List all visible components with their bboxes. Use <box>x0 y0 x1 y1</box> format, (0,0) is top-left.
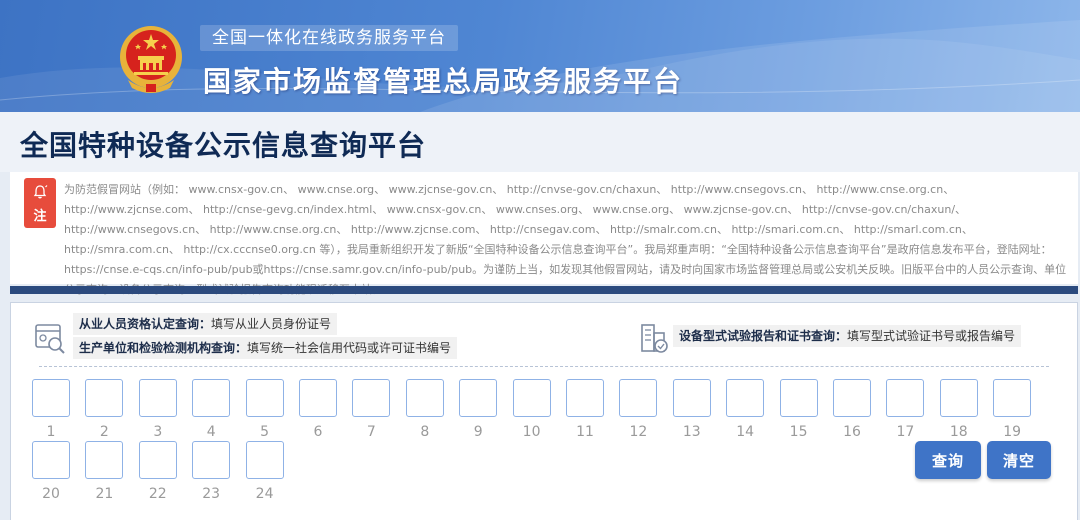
code-cell-input[interactable] <box>993 379 1032 417</box>
code-cell: 14 <box>726 379 765 440</box>
notice-panel: 注 为防范假冒网站（例如： www.cnsx-gov.cn、 www.cnse.… <box>10 172 1078 296</box>
bell-icon <box>33 185 48 199</box>
header-banner: 全国一体化在线政务服务平台 国家市场监督管理总局政务服务平台 <box>0 0 1080 112</box>
code-cell-number: 21 <box>95 486 114 502</box>
code-cell-input[interactable] <box>245 379 284 417</box>
code-cell-number: 17 <box>896 424 915 440</box>
code-cell-input[interactable] <box>672 379 711 417</box>
code-cell: 8 <box>405 379 444 440</box>
code-cell: 2 <box>85 379 124 440</box>
code-cell-number: 12 <box>629 424 648 440</box>
code-cell-number: 13 <box>682 424 701 440</box>
code-cell: 7 <box>352 379 391 440</box>
code-cell-input[interactable] <box>939 379 978 417</box>
notice-badge: 注 <box>24 178 56 228</box>
code-cell-number: 14 <box>736 424 755 440</box>
code-cell-number: 7 <box>366 424 376 440</box>
code-cell-number: 1 <box>46 424 56 440</box>
code-cell-number: 23 <box>202 486 221 502</box>
code-cell: 5 <box>245 379 284 440</box>
equipment-query-hint: 设备型式试验报告和证书查询：填写型式试验证书号或报告编号 <box>673 325 1022 347</box>
person-query-hint: 从业人员资格认定查询：填写从业人员身份证号 <box>73 313 338 335</box>
code-cell: 10 <box>512 379 551 440</box>
code-cell-number: 2 <box>99 424 109 440</box>
code-cell-input[interactable] <box>726 379 765 417</box>
code-cell: 13 <box>672 379 711 440</box>
code-cell: 9 <box>459 379 498 440</box>
platform-subtitle: 全国一体化在线政务服务平台 <box>200 25 458 51</box>
unit-query-text: 填写统一社会信用代码或许可证书编号 <box>247 341 452 355</box>
code-cell-input[interactable] <box>192 441 231 479</box>
code-cell-number: 15 <box>789 424 808 440</box>
code-cell-number: 10 <box>522 424 541 440</box>
person-query-label: 从业人员资格认定查询： <box>79 317 212 331</box>
code-cell-number: 22 <box>148 486 167 502</box>
code-cell: 19 <box>993 379 1032 440</box>
code-cell-number: 9 <box>473 424 483 440</box>
page-title: 全国特种设备公示信息查询平台 <box>20 129 427 162</box>
notice-badge-label: 注 <box>33 209 47 224</box>
person-query-text: 填写从业人员身份证号 <box>211 317 332 331</box>
id-card-search-icon <box>35 324 65 354</box>
code-cell: 24 <box>245 441 284 502</box>
equipment-query-label: 设备型式试验报告和证书查询： <box>679 329 848 343</box>
code-cell-input[interactable] <box>352 379 391 417</box>
code-cell: 17 <box>886 379 925 440</box>
search-button[interactable]: 查询 <box>915 441 981 479</box>
platform-title: 国家市场监督管理总局政务服务平台 <box>203 65 684 98</box>
code-cell-input[interactable] <box>566 379 604 417</box>
code-cell-number: 4 <box>206 424 216 440</box>
code-cell: 22 <box>138 441 177 502</box>
code-cell-number: 18 <box>949 424 968 440</box>
code-cell: 15 <box>779 379 818 440</box>
code-cell-input[interactable] <box>138 379 177 417</box>
code-cell-number: 6 <box>313 424 323 440</box>
query-panel: 从业人员资格认定查询：填写从业人员身份证号 生产单位和检验检测机构查询：填写统一… <box>10 302 1078 520</box>
national-emblem-icon <box>120 26 182 93</box>
code-cell: 11 <box>566 379 604 440</box>
hint-divider <box>39 366 1049 367</box>
unit-query-label: 生产单位和检验检测机构查询： <box>79 341 248 355</box>
code-cell-number: 19 <box>1003 424 1022 440</box>
code-cell-input[interactable] <box>192 379 231 417</box>
code-cell-input[interactable] <box>886 379 925 417</box>
code-cell: 4 <box>192 379 231 440</box>
code-cell: 18 <box>939 379 978 440</box>
code-cell-input[interactable] <box>779 379 818 417</box>
code-cell-number: 20 <box>42 486 60 502</box>
code-cell-number: 5 <box>260 424 270 440</box>
unit-query-hint: 生产单位和检验检测机构查询：填写统一社会信用代码或许可证书编号 <box>73 337 458 359</box>
code-cell: 16 <box>833 379 871 440</box>
equipment-query-text: 填写型式试验证书号或报告编号 <box>847 329 1016 343</box>
code-cell: 12 <box>619 379 658 440</box>
code-cell-input[interactable] <box>138 441 177 479</box>
code-cell-input[interactable] <box>405 379 444 417</box>
code-cell: 6 <box>299 379 337 440</box>
code-cell-input[interactable] <box>245 441 284 479</box>
notice-text: 为防范假冒网站（例如： www.cnsx-gov.cn、 www.cnse.or… <box>64 183 1067 296</box>
code-cell-number: 16 <box>843 424 861 440</box>
code-cell: 23 <box>192 441 231 502</box>
code-cell-input[interactable] <box>85 379 124 417</box>
clear-button[interactable]: 清空 <box>987 441 1051 479</box>
code-cell-input[interactable] <box>299 379 337 417</box>
code-cell-number: 11 <box>576 424 594 440</box>
code-cell: 3 <box>138 379 177 440</box>
section-divider <box>10 286 1078 294</box>
code-cell-number: 3 <box>153 424 163 440</box>
code-cell: 21 <box>85 441 124 502</box>
code-cell-input[interactable] <box>833 379 871 417</box>
code-cell: 20 <box>32 441 70 502</box>
code-cell-input[interactable] <box>32 441 70 479</box>
page-title-area: 全国特种设备公示信息查询平台 <box>0 112 1080 172</box>
code-cell-input[interactable] <box>85 441 124 479</box>
code-cell: 1 <box>32 379 70 440</box>
code-cell-input[interactable] <box>459 379 498 417</box>
code-cell-input[interactable] <box>619 379 658 417</box>
code-cell-number: 24 <box>255 486 274 502</box>
building-icon <box>641 324 668 353</box>
code-cell-input[interactable] <box>32 379 70 417</box>
code-cell-number: 8 <box>420 424 430 440</box>
code-cell-input[interactable] <box>512 379 551 417</box>
